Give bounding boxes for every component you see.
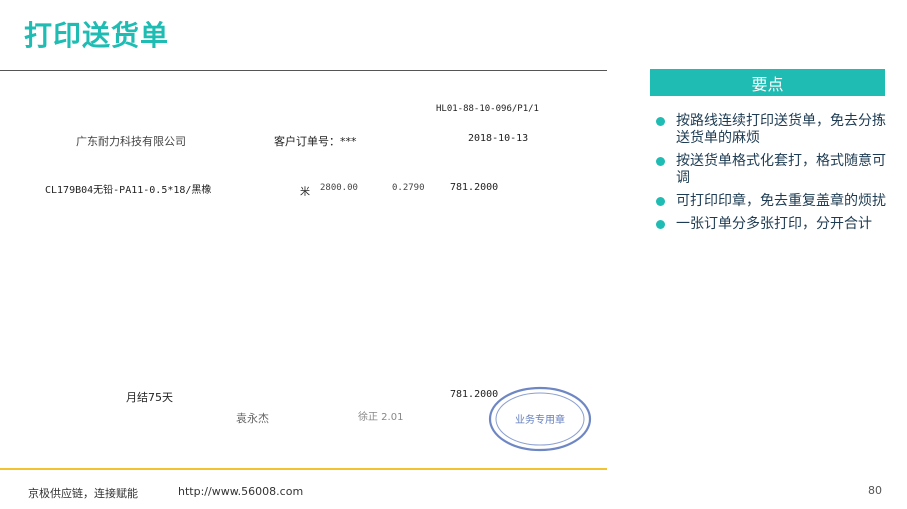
company-name: 广东耐力科技有限公司 <box>76 135 186 148</box>
key-points-list: 按路线连续打印送货单，免去分拣送货单的麻烦 按送货单格式化套打，格式随意可调 可… <box>656 113 886 239</box>
bullet-dot-icon <box>656 220 665 229</box>
list-item: 按路线连续打印送货单，免去分拣送货单的麻烦 <box>656 113 886 147</box>
key-points-header: 要点 <box>650 69 885 96</box>
payment-terms: 月结75天 <box>126 391 173 404</box>
bullet-dot-icon <box>656 157 665 166</box>
signature-receiver: 袁永杰 <box>236 412 269 425</box>
bullet-dot-icon <box>656 117 665 126</box>
footer-slogan: 京极供应链，连接赋能 <box>28 487 138 500</box>
item-code: CL179B04无铅-PA11-0.5*18/黑橡 <box>45 185 212 196</box>
svg-text:业务专用章: 业务专用章 <box>515 413 565 426</box>
footer-url: http://www.56008.com <box>178 485 304 498</box>
item-quantity: 2800.00 <box>320 183 358 193</box>
signature-handler: 徐正 2.01 <box>358 412 404 423</box>
list-item: 按送货单格式化套打，格式随意可调 <box>656 153 886 187</box>
delivery-note-preview: HL01-88-10-096/P1/1 广东耐力科技有限公司 客户订单号：***… <box>0 0 607 468</box>
item-unit-price: 0.2790 <box>392 183 425 193</box>
document-number: HL01-88-10-096/P1/1 <box>436 104 539 114</box>
page-number: 80 <box>868 484 882 497</box>
order-date: 2018-10-13 <box>468 133 529 144</box>
customer-order-label: 客户订单号：*** <box>274 135 357 148</box>
company-seal-stamp: 业务专用章 <box>488 386 592 452</box>
list-item: 一张订单分多张打印，分开合计 <box>656 216 886 233</box>
document-bottom-rule <box>0 468 607 470</box>
list-item: 可打印印章，免去重复盖章的烦扰 <box>656 193 886 210</box>
item-amount: 781.2000 <box>450 182 499 193</box>
bullet-dot-icon <box>656 197 665 206</box>
item-unit: 米 <box>300 187 310 198</box>
